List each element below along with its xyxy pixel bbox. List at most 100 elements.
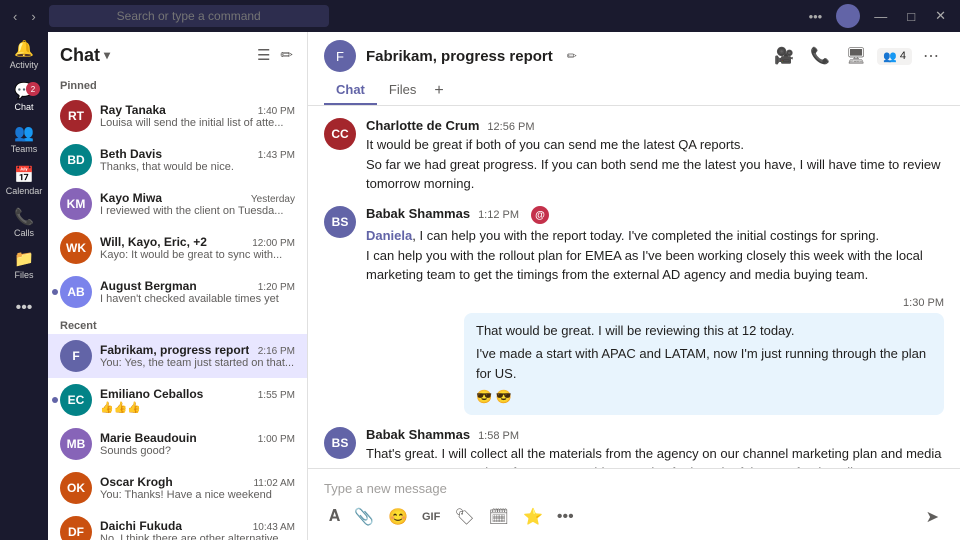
chat-top-marie: Marie Beaudouin 1:00 PM xyxy=(100,431,295,445)
minimize-button[interactable]: — xyxy=(868,7,893,26)
participants-badge: 👥 4 xyxy=(877,48,912,65)
video-call-button[interactable]: 🎥 xyxy=(769,43,799,69)
chat-name-kayo: Kayo Miwa xyxy=(100,191,162,205)
chat-name-daichi: Daichi Fukuda xyxy=(100,519,182,533)
msg-text: So far we had great progress. If you can… xyxy=(366,155,944,194)
chat-list-header: Chat ▾ ☰ ✏ xyxy=(48,32,307,74)
compose-placeholder[interactable]: Type a new message xyxy=(324,477,944,504)
msg-content: Charlotte de Crum 12:56 PM It would be g… xyxy=(366,118,944,194)
chat-time-marie: 1:00 PM xyxy=(258,434,295,445)
nav-label-teams: Teams xyxy=(11,144,38,154)
forward-button[interactable]: › xyxy=(26,7,40,26)
msg-text: That would be great. I will be reviewing… xyxy=(476,321,932,341)
praise-button[interactable]: ⭐ xyxy=(518,504,548,530)
gif-button[interactable]: GIF xyxy=(417,508,445,526)
msg-time: 1:58 PM xyxy=(478,430,519,442)
share-screen-button[interactable]: 🖥 xyxy=(841,43,871,69)
more-options-button[interactable]: ⋯ xyxy=(918,43,944,69)
chat-item-emiliano[interactable]: EC Emiliano Ceballos 1:55 PM 👍👍👍 xyxy=(48,378,307,422)
tab-chat[interactable]: Chat xyxy=(324,76,377,105)
chat-header-top: F Fabrikam, progress report ✏ 🎥 📞 🖥 👥 4 … xyxy=(324,40,944,72)
chat-preview-kayo: I reviewed with the client on Tuesda... xyxy=(100,205,295,217)
filter-button[interactable]: ☰ xyxy=(255,44,272,66)
chat-title-label: Chat xyxy=(60,45,100,66)
chat-item-will[interactable]: WK Will, Kayo, Eric, +2 12:00 PM Kayo: I… xyxy=(48,226,307,270)
back-button[interactable]: ‹ xyxy=(8,7,22,26)
calls-icon: 📞 xyxy=(14,210,34,226)
chat-item-beth[interactable]: BD Beth Davis 1:43 PM Thanks, that would… xyxy=(48,138,307,182)
search-input[interactable] xyxy=(49,5,329,27)
more-button[interactable]: ••• xyxy=(803,7,829,26)
send-button[interactable]: ➤ xyxy=(921,504,944,530)
titlebar-nav: ‹ › xyxy=(8,7,41,26)
msg-mention: Daniela xyxy=(366,228,412,243)
nav-item-more[interactable]: ••• xyxy=(4,288,44,328)
avatar-emiliano: EC xyxy=(60,384,92,416)
msg-time: 1:30 PM xyxy=(903,297,944,309)
msg-text: Daniela, I can help you with the report … xyxy=(366,226,944,246)
add-tab-button[interactable]: + xyxy=(428,76,449,105)
edit-icon[interactable]: ✏ xyxy=(567,49,577,63)
chat-top-ray: Ray Tanaka 1:40 PM xyxy=(100,103,295,117)
chat-name-emiliano: Emiliano Ceballos xyxy=(100,387,203,401)
chat-list-title: Chat ▾ xyxy=(60,45,110,66)
nav-item-files[interactable]: 📁Files xyxy=(4,246,44,286)
format-button[interactable]: 𝐀 xyxy=(324,505,345,529)
chat-time-fabrikam: 2:16 PM xyxy=(258,346,295,357)
close-button[interactable]: ✕ xyxy=(929,6,952,26)
messages-area: CC Charlotte de Crum 12:56 PM It would b… xyxy=(308,106,960,468)
nav-item-chat[interactable]: 💬Chat2 xyxy=(4,78,44,118)
nav-item-calls[interactable]: 📞 Calls xyxy=(4,204,44,244)
audio-call-button[interactable]: 📞 xyxy=(805,43,835,69)
msg-sender: Babak Shammas xyxy=(366,427,470,442)
chat-list-panel: Chat ▾ ☰ ✏ Pinned RT Ray Tanaka 1:40 PM … xyxy=(48,32,308,540)
chat-item-fabrikam[interactable]: F Fabrikam, progress report 2:16 PM You:… xyxy=(48,334,307,378)
msg-time: 12:56 PM xyxy=(487,121,534,133)
chat-item-ray[interactable]: RT Ray Tanaka 1:40 PM Louisa will send t… xyxy=(48,94,307,138)
chat-item-marie[interactable]: MB Marie Beaudouin 1:00 PM Sounds good? xyxy=(48,422,307,466)
chat-top-emiliano: Emiliano Ceballos 1:55 PM xyxy=(100,387,295,401)
msg-avatar: BS xyxy=(324,206,356,238)
chat-list-actions: ☰ ✏ xyxy=(255,44,295,66)
chat-item-kayo[interactable]: KM Kayo Miwa Yesterday I reviewed with t… xyxy=(48,182,307,226)
chat-time-will: 12:00 PM xyxy=(252,238,295,249)
schedule-button[interactable]: 🗓 xyxy=(484,504,514,530)
attach-file-button[interactable]: 📎 xyxy=(349,504,379,530)
chat-preview-ray: Louisa will send the initial list of att… xyxy=(100,117,295,129)
nav-item-teams[interactable]: 👥Teams xyxy=(4,120,44,160)
chat-item-oscar[interactable]: OK Oscar Krogh 11:02 AM You: Thanks! Hav… xyxy=(48,466,307,510)
nav-item-activity[interactable]: 🔔Activity xyxy=(4,36,44,76)
chat-info-daichi: Daichi Fukuda 10:43 AM No, I think there… xyxy=(100,519,295,540)
nav-label-chat: Chat xyxy=(14,102,33,112)
chat-preview-will: Kayo: It would be great to sync with... xyxy=(100,249,295,261)
nav-label-activity: Activity xyxy=(10,60,39,70)
chat-item-daichi[interactable]: DF Daichi Fukuda 10:43 AM No, I think th… xyxy=(48,510,307,540)
tab-files[interactable]: Files xyxy=(377,76,428,105)
nav-label-calendar: Calendar xyxy=(6,186,43,196)
sticker-button[interactable]: 🏷 xyxy=(449,504,479,530)
msg-header: Babak Shammas 1:58 PM xyxy=(366,427,944,442)
nav-item-calendar[interactable]: 📅Calendar xyxy=(4,162,44,202)
chat-info-kayo: Kayo Miwa Yesterday I reviewed with the … xyxy=(100,191,295,217)
new-chat-button[interactable]: ✏ xyxy=(278,44,295,66)
chat-list-scroll[interactable]: Pinned RT Ray Tanaka 1:40 PM Louisa will… xyxy=(48,74,307,540)
nav-label-calls: Calls xyxy=(14,228,34,238)
more-toolbar-button[interactable]: ••• xyxy=(552,505,579,529)
nav-label-files: Files xyxy=(14,270,33,280)
emoji-button[interactable]: 😊 xyxy=(383,504,413,530)
msg-text: It would be great if both of you can sen… xyxy=(366,135,944,155)
chat-header-actions: 🎥 📞 🖥 👥 4 ⋯ xyxy=(769,43,944,69)
chat-name-fabrikam: Fabrikam, progress report xyxy=(100,343,249,357)
chat-time-daichi: 10:43 AM xyxy=(253,522,295,533)
avatar-will: WK xyxy=(60,232,92,264)
app-body: 🔔Activity💬Chat2👥Teams📅Calendar 📞 Calls 📁Fil… xyxy=(0,32,960,540)
msg-sender: Charlotte de Crum xyxy=(366,118,479,133)
chat-info-emiliano: Emiliano Ceballos 1:55 PM 👍👍👍 xyxy=(100,387,295,414)
avatar-august: AB xyxy=(60,276,92,308)
compose-toolbar: 𝐀 📎 😊 GIF 🏷 🗓 ⭐ ••• ➤ xyxy=(324,504,944,530)
chat-header-left: F Fabrikam, progress report ✏ xyxy=(324,40,577,72)
maximize-button[interactable]: □ xyxy=(901,7,921,26)
chat-item-august[interactable]: AB August Bergman 1:20 PM I haven't chec… xyxy=(48,270,307,314)
chat-top-daichi: Daichi Fukuda 10:43 AM xyxy=(100,519,295,533)
chat-info-fabrikam: Fabrikam, progress report 2:16 PM You: Y… xyxy=(100,343,295,369)
